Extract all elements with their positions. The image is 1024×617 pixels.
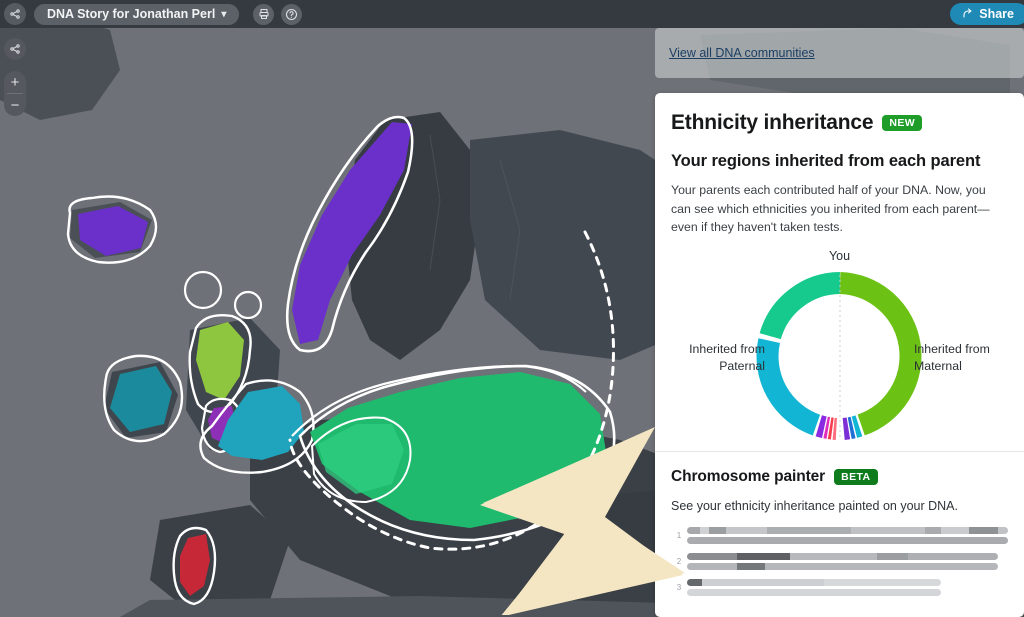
dna-communities-card[interactable]: View all DNA communities [655, 28, 1024, 78]
chromosome-number: 1 [671, 531, 687, 540]
top-toolbar: DNA Story for Jonathan Perl ▾ S [0, 0, 1024, 28]
ethnicity-body: Ethnicity inheritance NEW Your regions i… [655, 93, 1024, 445]
donut-center-label: You [671, 249, 1008, 263]
ethnicity-inheritance-card: Ethnicity inheritance NEW Your regions i… [655, 93, 1024, 617]
map-zoom-controls: + − [4, 71, 26, 116]
chromosome-list[interactable]: 1 [671, 527, 1008, 596]
paternal-label: Inherited from Paternal [673, 341, 765, 375]
chromosome-bar-paternal[interactable] [687, 553, 998, 560]
maternal-label: Inherited from Maternal [914, 341, 1006, 375]
chromosome-number: 2 [671, 557, 687, 566]
donut-slice-paternal-2[interactable] [767, 341, 816, 426]
chromosome-segment [726, 527, 768, 534]
page-title: DNA Story for Jonathan Perl [47, 7, 215, 21]
paternal-label-line1: Inherited from [673, 341, 765, 358]
zoom-out-button[interactable]: − [4, 94, 26, 116]
chromosome-bars [687, 527, 1008, 544]
network-share-icon[interactable] [4, 38, 26, 60]
chromosome-segment [790, 553, 877, 560]
chromosome-bar-paternal[interactable] [687, 527, 1008, 534]
print-icon[interactable] [253, 4, 274, 25]
paternal-label-line2: Paternal [673, 358, 765, 375]
chromosome-bar-maternal[interactable] [687, 537, 1008, 544]
share-button-label: Share [979, 7, 1014, 21]
chromosome-segment [687, 527, 700, 534]
chromosome-segment [709, 527, 725, 534]
chromosome-segment [969, 527, 998, 534]
donut-slice-maternal-1[interactable] [843, 428, 848, 429]
chromosome-segment [737, 553, 790, 560]
chromosome-segment [765, 563, 999, 570]
chromosome-painter-heading: Chromosome painter [671, 468, 825, 486]
chromosome-painter-section: Chromosome painter BETA See your ethnici… [655, 452, 1024, 596]
donut-slice-paternal-3[interactable] [818, 426, 824, 427]
chromosome-bars [687, 553, 1008, 570]
donut-slice-paternal-1[interactable] [770, 283, 840, 336]
inheritance-donut-chart[interactable]: You [671, 249, 1008, 445]
chromosome-bar-paternal[interactable] [687, 579, 941, 586]
chromosome-segment [687, 579, 702, 586]
view-all-dna-communities-link[interactable]: View all DNA communities [669, 46, 815, 60]
beta-badge: BETA [834, 469, 877, 485]
chromosome-segment [877, 553, 908, 560]
toolbar-left-group: DNA Story for Jonathan Perl ▾ [0, 0, 302, 28]
chromosome-segment [702, 579, 824, 586]
chromosome-segment [908, 553, 998, 560]
donut-svg [755, 271, 925, 441]
chromosome-segment [687, 589, 941, 596]
right-panel: View all DNA communities Ethnicity inher… [655, 28, 1024, 617]
new-badge: NEW [882, 115, 922, 131]
chromosome-row[interactable]: 2 [671, 553, 1008, 570]
chromosome-painter-description: See your ethnicity inheritance painted o… [671, 499, 1008, 513]
chromosome-bars [687, 579, 1008, 596]
donut-slice-maternal-3[interactable] [854, 426, 859, 427]
ethnicity-heading: Ethnicity inheritance [671, 111, 873, 135]
ethnicity-description: Your parents each contributed half of yo… [671, 181, 1008, 237]
chromosome-painter-heading-row: Chromosome painter BETA [671, 468, 1008, 486]
chromosome-segment [687, 537, 1008, 544]
chromosome-segment [925, 527, 941, 534]
chromosome-row[interactable]: 3 [671, 579, 1008, 596]
dna-story-title-dropdown[interactable]: DNA Story for Jonathan Perl ▾ [34, 4, 239, 25]
chromosome-segment [941, 527, 970, 534]
maternal-label-line2: Maternal [914, 358, 1006, 375]
donut-slice-maternal-4[interactable] [840, 283, 910, 425]
chromosome-bar-maternal[interactable] [687, 563, 998, 570]
share-button[interactable]: Share [950, 3, 1024, 25]
maternal-label-line1: Inherited from [914, 341, 1006, 358]
chromosome-segment [687, 563, 737, 570]
help-circle-icon[interactable] [281, 4, 302, 25]
chromosome-row[interactable]: 1 [671, 527, 1008, 544]
ethnicity-heading-row: Ethnicity inheritance NEW [671, 111, 1008, 135]
chromosome-segment [998, 527, 1008, 534]
chromosome-segment [824, 579, 941, 586]
chromosome-segment [851, 527, 925, 534]
zoom-in-button[interactable]: + [4, 71, 26, 93]
map-tools: + − [4, 38, 26, 116]
chromosome-segment [687, 553, 737, 560]
donut-slice-maternal-2[interactable] [849, 428, 852, 429]
chevron-down-icon: ▾ [221, 9, 226, 20]
chromosome-segment [700, 527, 710, 534]
share-arrow-icon [962, 8, 974, 20]
ethnicity-subheading: Your regions inherited from each parent [671, 152, 1008, 171]
share-nodes-icon[interactable] [4, 3, 26, 25]
chromosome-bar-maternal[interactable] [687, 589, 941, 596]
chromosome-number: 3 [671, 583, 687, 592]
chromosome-segment [737, 563, 765, 570]
dna-story-app: DNA Story for Jonathan Perl ▾ S [0, 0, 1024, 617]
donut-arcs [767, 283, 910, 429]
chromosome-segment [767, 527, 850, 534]
donut-slice-paternal-4[interactable] [825, 428, 828, 429]
